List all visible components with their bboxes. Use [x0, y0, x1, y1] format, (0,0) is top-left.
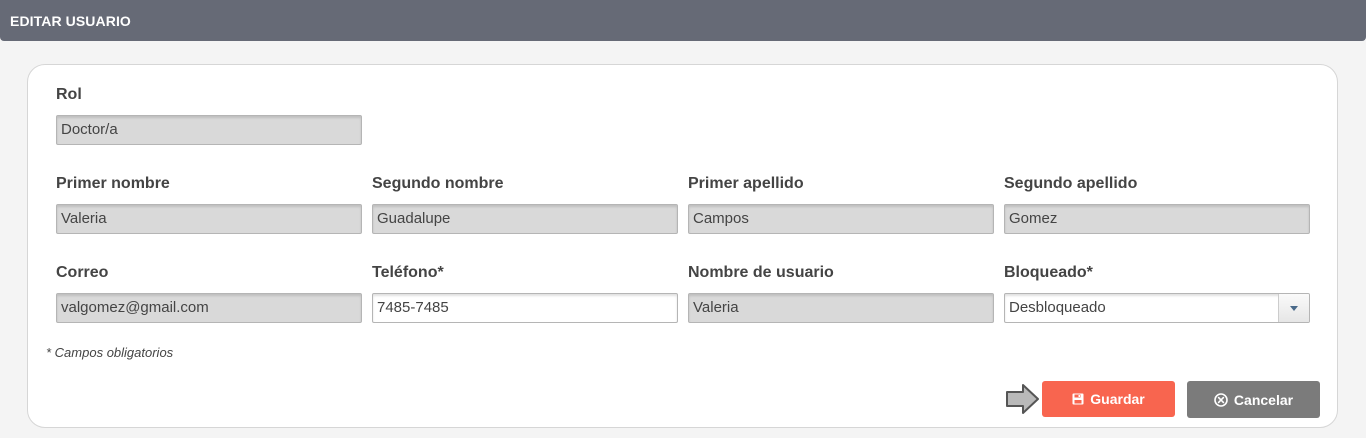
cancel-button-label: Cancelar [1233, 391, 1294, 408]
correo-input[interactable]: valgomez@gmail.com [56, 293, 362, 323]
telefono-label: Teléfono* [372, 264, 444, 281]
floppy-disk-icon [1072, 393, 1084, 405]
segundo-nombre-input[interactable]: Guadalupe [372, 204, 678, 234]
required-fields-note: * Campos obligatorios [46, 345, 174, 360]
primer-nombre-input[interactable]: Valeria [56, 204, 362, 234]
segundo-apellido-label: Segundo apellido [1004, 175, 1138, 192]
correo-label: Correo [56, 264, 109, 281]
rol-label: Rol [56, 86, 82, 103]
page-title: EDITAR USUARIO [10, 13, 131, 29]
page-header: EDITAR USUARIO [0, 0, 1366, 41]
caret-down-icon [1290, 306, 1298, 311]
segundo-nombre-label: Segundo nombre [372, 175, 504, 192]
nombre-usuario-input[interactable]: Valeria [688, 293, 994, 323]
nombre-usuario-label: Nombre de usuario [688, 264, 834, 281]
dropdown-toggle[interactable] [1278, 294, 1309, 322]
circle-x-icon [1214, 392, 1228, 407]
bloqueado-label: Bloqueado* [1004, 264, 1093, 281]
save-button-label: Guardar [1090, 391, 1145, 407]
bloqueado-selected-value: Desbloqueado [1009, 299, 1106, 316]
telefono-input[interactable]: 7485-7485 [372, 293, 678, 323]
segundo-apellido-input[interactable]: Gomez [1004, 204, 1310, 234]
primer-nombre-label: Primer nombre [56, 175, 170, 192]
primer-apellido-label: Primer apellido [688, 175, 804, 192]
primer-apellido-input[interactable]: Campos [688, 204, 994, 234]
bloqueado-select[interactable]: Desbloqueado [1004, 293, 1310, 323]
arrow-right-icon [1005, 382, 1041, 421]
rol-input[interactable]: Doctor/a [56, 115, 362, 145]
save-button[interactable]: Guardar [1042, 381, 1175, 417]
cancel-button[interactable]: Cancelar [1187, 381, 1320, 418]
